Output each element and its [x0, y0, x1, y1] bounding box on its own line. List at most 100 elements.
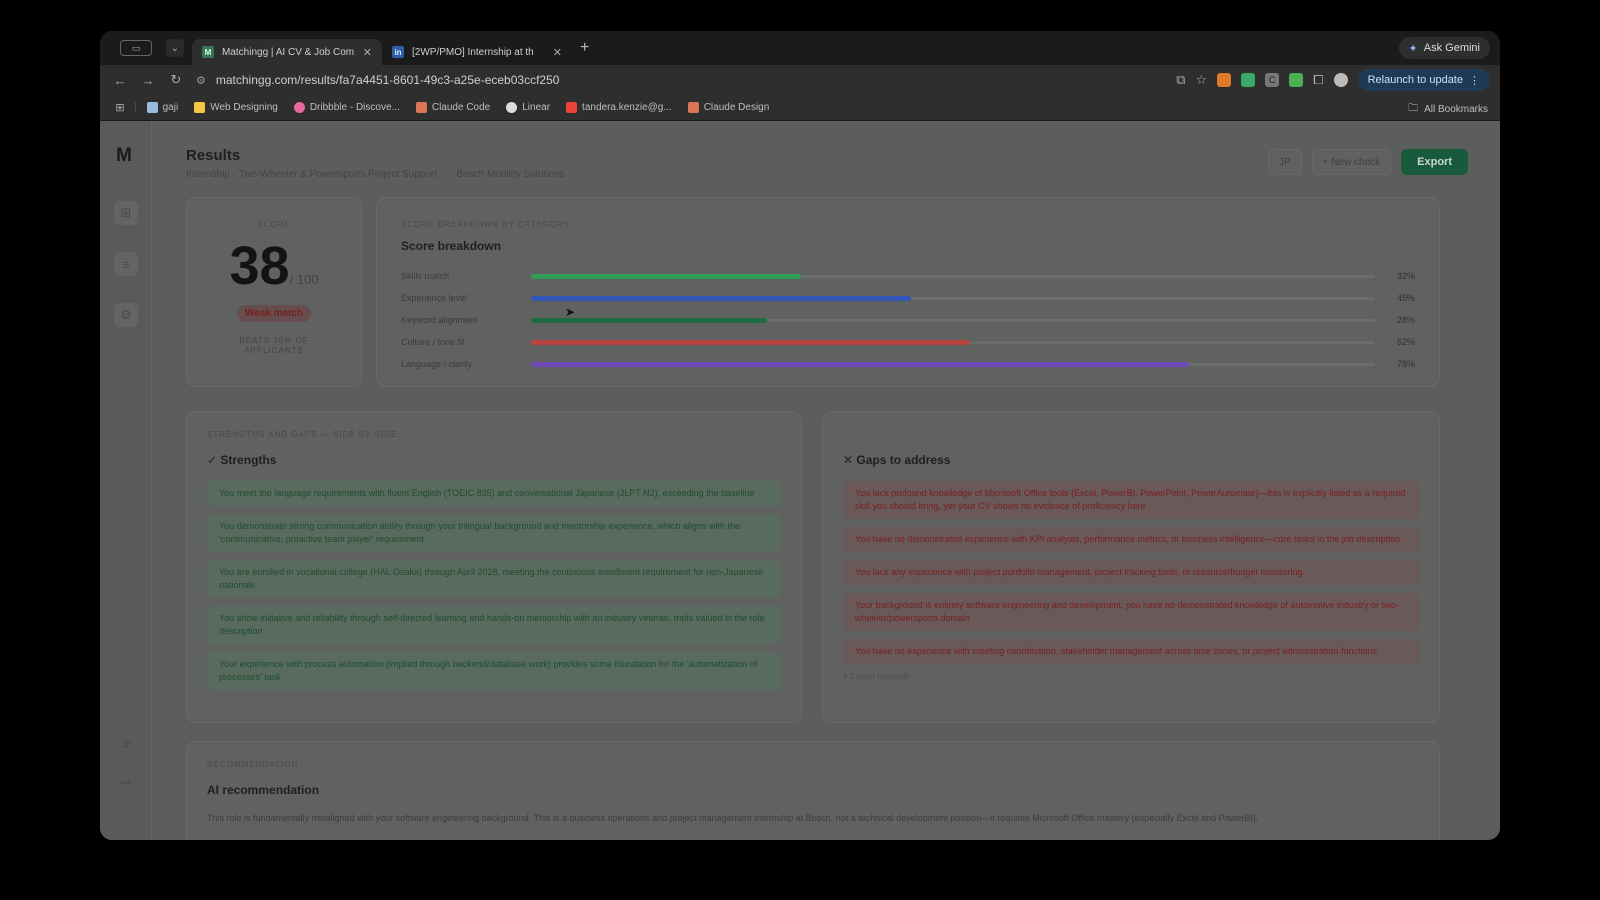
page-title: Results: [186, 147, 241, 164]
dribbble-icon: [293, 102, 305, 113]
gap-item: You have no experience with meeting coor…: [843, 639, 1419, 664]
score-denominator: / 100: [289, 272, 319, 287]
user-avatar[interactable]: JP: [1267, 149, 1302, 175]
strength-item: You demonstrate strong communication abi…: [207, 514, 781, 552]
bookmark-item[interactable]: Dribbble - Discove...: [293, 102, 400, 113]
strength-item: Your experience with process automation …: [207, 652, 781, 690]
apps-grid-icon[interactable]: ⊞: [106, 101, 134, 114]
score-value: 38: [229, 236, 290, 296]
score-card: SCORE 38/ 100 Weak match BEATS 25% OF AP…: [186, 197, 362, 387]
strengths-list: You meet the language requirements with …: [207, 481, 781, 690]
settings-gear-icon[interactable]: ⚙: [114, 303, 138, 327]
list-icon[interactable]: ≡: [114, 252, 138, 276]
bookmark-item[interactable]: Web Designing: [194, 102, 278, 113]
breakdown-track: [531, 317, 1375, 323]
browser-toolbar: ← → ↻ ⚙ matchingg.com/results/fa7a4451-8…: [100, 65, 1500, 95]
app-sidebar: M ⊞ ≡ ⚙ JP ↦: [100, 121, 152, 840]
breakdown-track: [531, 361, 1375, 367]
url-text: matchingg.com/results/fa7a4451-8601-49c3…: [215, 73, 560, 87]
all-bookmarks-button[interactable]: 🗀 All Bookmarks: [1408, 101, 1488, 118]
ask-gemini-button[interactable]: ✦ Ask Gemini: [1398, 37, 1490, 59]
bookmark-label: Claude Code: [431, 102, 491, 113]
strengths-title: ✓ Strengths: [207, 453, 277, 467]
breakdown-row: Keyword alignment 28%: [401, 309, 1415, 331]
gemini-sparkle-icon: ✦: [1408, 42, 1418, 55]
tab-search-icon[interactable]: ▭: [120, 40, 152, 56]
extension-fox-icon[interactable]: [1217, 73, 1232, 87]
dashboard-grid-icon[interactable]: ⊞: [114, 201, 138, 225]
bookmark-label: Linear: [522, 102, 551, 113]
mouse-cursor-icon: ➤: [565, 305, 576, 319]
install-app-icon[interactable]: ⧉: [1176, 72, 1185, 88]
logout-icon[interactable]: ↦: [114, 773, 138, 793]
app-logo[interactable]: M: [116, 145, 132, 167]
breakdown-track: [531, 339, 1375, 345]
browser-window: ▭ ⌄ M Matchingg | AI CV & Job Com ✕ in […: [100, 31, 1500, 840]
gaps-card: . ✕ Gaps to address You lack profound kn…: [822, 411, 1440, 723]
breadcrumb-job: Internship - Two-Wheeler & Powersports P…: [186, 169, 438, 180]
breakdown-percent: 28%: [1396, 315, 1415, 325]
breakdown-row: Language / clarity 78%: [401, 353, 1415, 375]
tab-linkedin[interactable]: in [2WP/PMO] Internship at th ✕: [382, 39, 572, 65]
tab-title: Matchingg | AI CV & Job Com: [222, 46, 355, 58]
relaunch-to-update-button[interactable]: Relaunch to update ⋮: [1357, 69, 1490, 91]
extension-shield-icon[interactable]: [1241, 73, 1256, 87]
beats-applicants-text: BEATS 25% OF APPLICANTS: [239, 336, 309, 355]
bookmark-item[interactable]: Linear: [506, 102, 550, 113]
address-bar[interactable]: ⚙ matchingg.com/results/fa7a4451-8601-49…: [196, 68, 1056, 92]
bookmark-item[interactable]: Claude Code: [415, 102, 491, 113]
gmail-icon: [566, 102, 578, 113]
bookmark-item[interactable]: Claude Design: [687, 102, 769, 113]
breakdown-label: Experience level: [401, 293, 468, 303]
breakdown-label: Culture / tone fit: [401, 337, 465, 347]
recommendation-text: This role is fundamentally misaligned wi…: [207, 813, 1259, 823]
forward-arrow-icon[interactable]: →: [134, 73, 162, 88]
close-tab-icon[interactable]: ✕: [553, 46, 562, 59]
back-arrow-icon[interactable]: ←: [106, 73, 134, 88]
bookmark-item[interactable]: gaji: [146, 102, 178, 113]
linear-icon: [506, 102, 518, 113]
profile-avatar-icon[interactable]: [1333, 73, 1348, 87]
score-label: SCORE: [257, 220, 291, 229]
breakdown-percent: 52%: [1396, 337, 1415, 347]
strength-item: You show initiative and reliability thro…: [207, 606, 781, 644]
ask-gemini-label: Ask Gemini: [1423, 42, 1480, 54]
bookmark-label: Web Designing: [210, 102, 278, 113]
site-settings-icon[interactable]: ⚙: [196, 74, 206, 87]
new-check-button[interactable]: + New check: [1311, 149, 1392, 175]
user-initials[interactable]: JP: [114, 735, 138, 755]
breakdown-fill: [531, 339, 970, 345]
bookmark-item[interactable]: tandera.kenzie@g...: [566, 102, 672, 113]
reload-icon[interactable]: ↻: [162, 72, 190, 88]
tab-list-chevron-icon[interactable]: ⌄: [166, 39, 184, 57]
gap-item: Your background is entirely software eng…: [843, 593, 1419, 631]
bookmark-label: Dribbble - Discove...: [309, 102, 400, 113]
menu-dots-icon: ⋮: [1469, 74, 1480, 87]
bookmarks-divider: |: [134, 102, 137, 113]
new-tab-icon[interactable]: +: [580, 39, 589, 57]
recommendation-card: RECOMMENDATION AI recommendation This ro…: [186, 741, 1440, 840]
strength-item: You meet the language requirements with …: [207, 481, 781, 506]
extension-green-icon[interactable]: [1289, 73, 1304, 87]
tab-matchingg[interactable]: M Matchingg | AI CV & Job Com ✕: [192, 39, 382, 65]
matchingg-favicon-icon: M: [202, 46, 214, 58]
bookmark-star-icon[interactable]: ☆: [1196, 72, 1208, 88]
linkedin-favicon-icon: in: [392, 46, 404, 58]
close-tab-icon[interactable]: ✕: [363, 46, 372, 59]
breakdown-fill: [531, 273, 802, 279]
expand-more-link[interactable]: + 3 more (expand): [843, 672, 1419, 681]
breakdown-row: Experience level 45%: [401, 287, 1415, 309]
bookmark-label: tandera.kenzie@g...: [582, 102, 672, 113]
breadcrumb: Internship - Two-Wheeler & Powersports P…: [186, 169, 565, 180]
export-button[interactable]: Export: [1401, 149, 1468, 175]
extension-c-icon[interactable]: C: [1265, 73, 1280, 87]
tab-title: [2WP/PMO] Internship at th: [412, 46, 534, 58]
claude-design-icon: [687, 102, 699, 113]
breakdown-label: Skills match: [401, 271, 450, 281]
folder-icon: 🗀: [1408, 103, 1419, 114]
gap-item: You lack any experience with project por…: [843, 560, 1419, 585]
breakdown-title: Score breakdown: [401, 239, 502, 253]
extensions-puzzle-icon[interactable]: ⧠: [1313, 72, 1323, 88]
gaps-title: ✕ Gaps to address: [843, 453, 951, 467]
breakdown-label: Language / clarity: [401, 359, 473, 369]
